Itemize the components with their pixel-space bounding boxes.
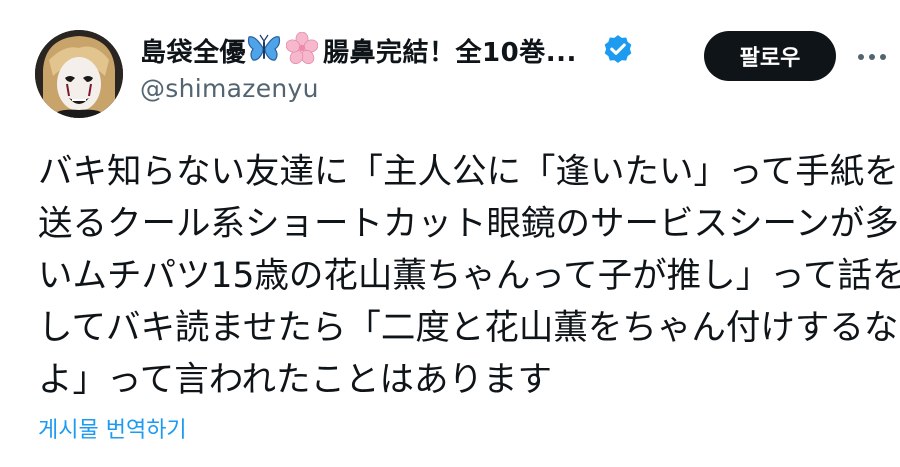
tweet-body-line: 送るクール系ショートカット眼鏡のサービスシーンが多 [38, 204, 899, 244]
display-name-suffix: 腸鼻完結！全10巻... [323, 37, 577, 68]
butterfly-emoji-icon [247, 33, 281, 67]
translate-post-link[interactable]: 게시물 번역하기 [38, 412, 187, 444]
verified-badge-icon [601, 33, 635, 67]
tweet-body-line: よ」って言われたことはあります [38, 360, 553, 400]
tweet-body-line: してバキ読ませたら「二度と花山薫をちゃん付けするな [38, 308, 899, 348]
tweet-body: バキ知らない友達に「主人公に「逢いたい」って手紙を 送るクール系ショートカット眼… [38, 146, 900, 406]
tweet-body-line: バキ知らない友達に「主人公に「逢いたい」って手紙を [38, 152, 899, 192]
display-name-prefix: 島袋全優 [140, 37, 247, 68]
avatar[interactable] [35, 30, 123, 118]
tweet-card: 島袋全優 腸鼻完結！全10巻... @shimazenyu 팔로우 バキ知らない… [0, 0, 900, 467]
display-name-row[interactable]: 島袋全優 腸鼻完結！全10巻... [140, 28, 635, 72]
follow-button[interactable]: 팔로우 [704, 31, 836, 81]
cherry-blossom-emoji-icon [285, 31, 319, 68]
more-options-button[interactable] [852, 40, 892, 74]
tweet-body-line: いムチパツ15歳の花山薫ちゃんって子が推し」って話を [38, 256, 900, 296]
user-handle[interactable]: @shimazenyu [140, 74, 319, 103]
more-horizontal-icon [858, 54, 886, 60]
